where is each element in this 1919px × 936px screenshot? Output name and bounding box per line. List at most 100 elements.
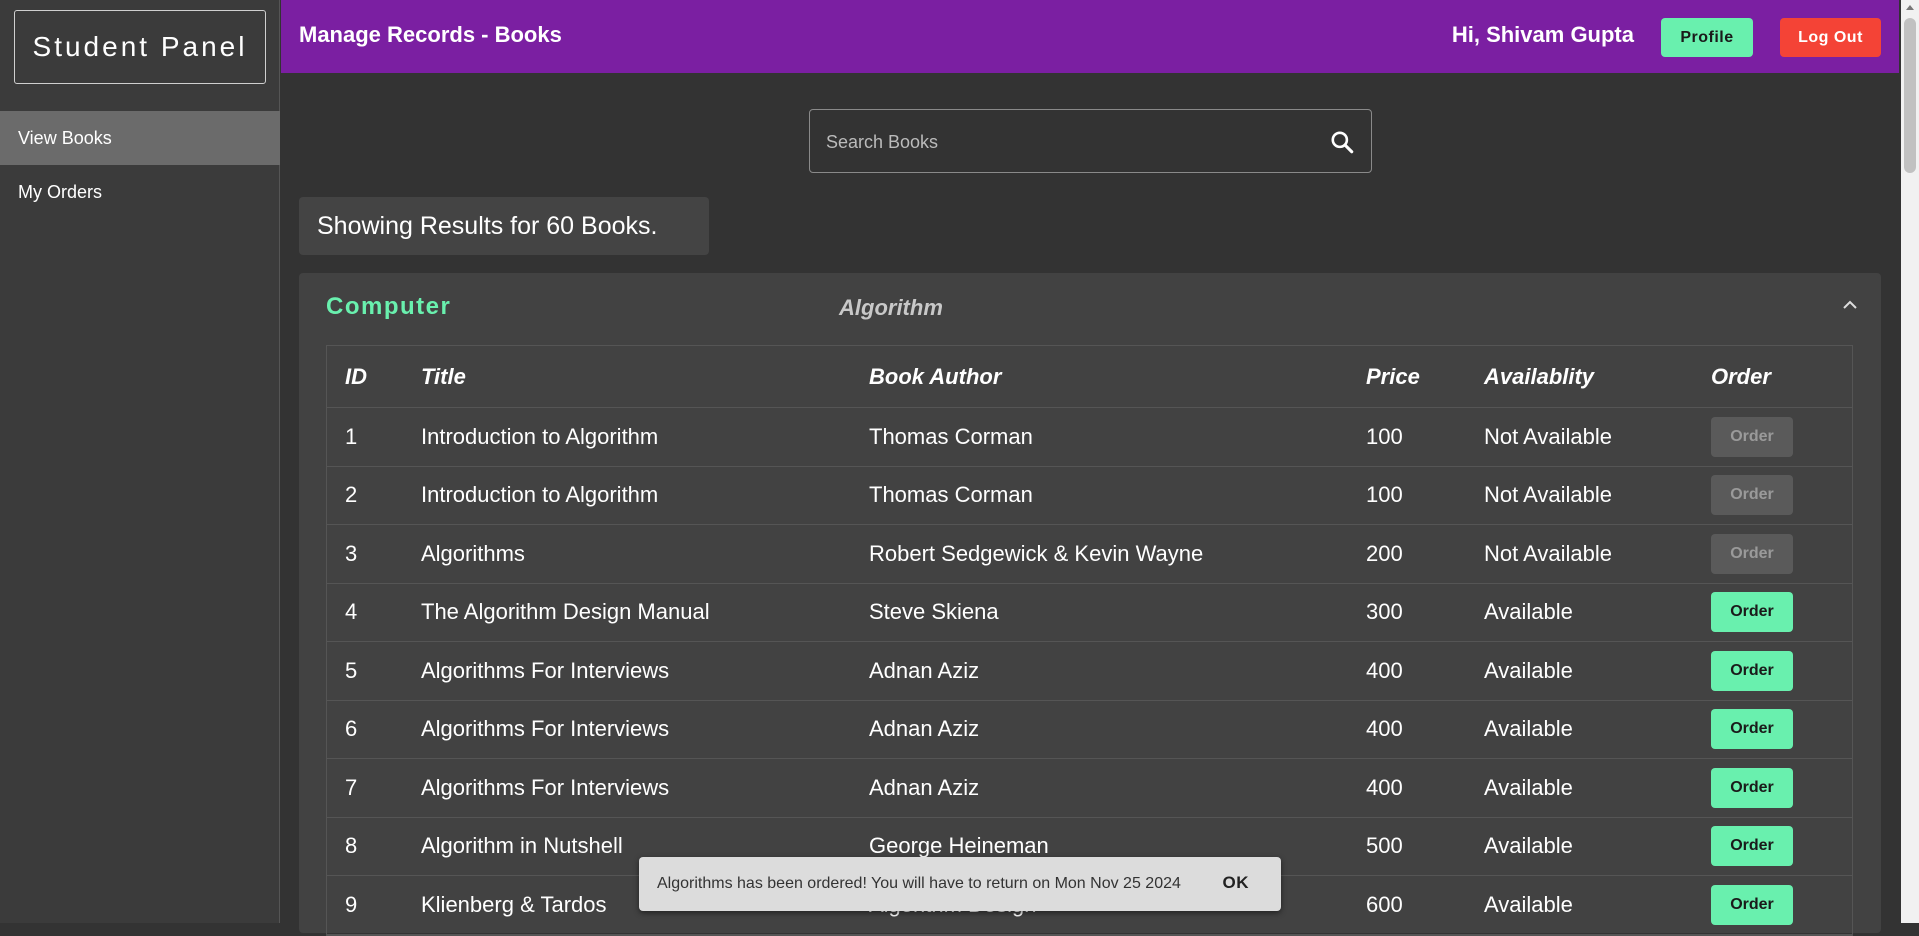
table-row: 5 Algorithms For Interviews Adnan Aziz 400 A… bbox=[327, 642, 1852, 701]
order-button: Order bbox=[1711, 475, 1793, 516]
cell-availability: Not Available bbox=[1484, 482, 1613, 508]
page-title: Manage Records - Books bbox=[299, 22, 562, 47]
cell-author: Thomas Corman bbox=[869, 423, 1033, 449]
sidebar-item-view-books[interactable]: View Books bbox=[0, 111, 280, 165]
cell-title: Algorithms For Interviews bbox=[421, 716, 670, 742]
table-row: 4 The Algorithm Design Manual Steve Skiena… bbox=[327, 584, 1852, 642]
column-header-id: ID bbox=[345, 363, 367, 389]
cell-id: 1 bbox=[345, 423, 358, 449]
column-header-title: Title bbox=[421, 363, 466, 389]
cell-availability: Available bbox=[1484, 716, 1573, 742]
table-row: 3 Algorithms Robert Sedgewick & Kevin Wayn… bbox=[327, 525, 1852, 584]
column-header-author: Book Author bbox=[869, 363, 1002, 389]
cell-author: Adnan Aziz bbox=[869, 657, 980, 683]
cell-availability: Available bbox=[1484, 774, 1573, 800]
cell-availability: Available bbox=[1484, 833, 1573, 859]
cell-author: Thomas Corman bbox=[869, 482, 1033, 508]
cell-order: Order bbox=[1711, 525, 1793, 583]
cell-title: Klienberg & Tardos bbox=[421, 891, 607, 917]
cell-author: Adnan Aziz bbox=[869, 716, 980, 742]
cell-price: 600 bbox=[1366, 891, 1403, 917]
category-panel: Computer Algorithm ID Title Book Author … bbox=[299, 273, 1881, 936]
cell-order: Order bbox=[1711, 876, 1793, 934]
cell-price: 300 bbox=[1366, 599, 1403, 625]
cell-title: Algorithms bbox=[421, 540, 525, 566]
cell-availability: Available bbox=[1484, 599, 1573, 625]
cell-price: 500 bbox=[1366, 833, 1403, 859]
cell-price: 400 bbox=[1366, 774, 1403, 800]
page-scrollbar[interactable] bbox=[1901, 0, 1919, 923]
cell-author: Adnan Aziz bbox=[869, 774, 980, 800]
cell-order: Order bbox=[1711, 408, 1793, 466]
order-button[interactable]: Order bbox=[1711, 592, 1793, 633]
subcategory-title: Algorithm bbox=[839, 295, 943, 320]
cell-author: Robert Sedgewick & Kevin Wayne bbox=[869, 540, 1204, 566]
profile-button[interactable]: Profile bbox=[1661, 18, 1753, 57]
table-row: 7 Algorithms For Interviews Adnan Aziz 400 A… bbox=[327, 759, 1852, 818]
cell-order: Order bbox=[1711, 818, 1793, 876]
sidebar-item-label: View Books bbox=[18, 127, 112, 148]
cell-availability: Available bbox=[1484, 657, 1573, 683]
cell-title: The Algorithm Design Manual bbox=[421, 599, 710, 625]
order-button[interactable]: Order bbox=[1711, 826, 1793, 867]
sidebar-item-my-orders[interactable]: My Orders bbox=[0, 165, 280, 219]
cell-availability: Available bbox=[1484, 891, 1573, 917]
search-input[interactable] bbox=[826, 126, 1306, 158]
cell-id: 2 bbox=[345, 482, 358, 508]
cell-id: 6 bbox=[345, 716, 358, 742]
order-button[interactable]: Order bbox=[1711, 650, 1793, 691]
cell-id: 3 bbox=[345, 540, 358, 566]
user-greeting: Hi, Shivam Gupta bbox=[1451, 22, 1634, 47]
column-header-availability: Availablity bbox=[1484, 363, 1595, 389]
chevron-up-icon[interactable] bbox=[1841, 299, 1859, 311]
cell-id: 8 bbox=[345, 833, 358, 859]
order-button[interactable]: Order bbox=[1711, 767, 1793, 808]
table-row: 1 Introduction to Algorithm Thomas Corman 1… bbox=[327, 408, 1852, 467]
cell-order: Order bbox=[1711, 759, 1793, 817]
column-header-price: Price bbox=[1366, 363, 1420, 389]
sidebar: Student Panel View Books My Orders bbox=[0, 0, 280, 923]
scroll-up-arrow-icon[interactable] bbox=[1906, 5, 1914, 10]
snackbar-ok-button[interactable]: OK bbox=[1223, 873, 1250, 893]
search-field bbox=[809, 109, 1372, 173]
cell-price: 400 bbox=[1366, 716, 1403, 742]
cell-id: 7 bbox=[345, 774, 358, 800]
cell-price: 100 bbox=[1366, 423, 1403, 449]
category-title: Computer bbox=[326, 293, 452, 320]
search-icon[interactable] bbox=[1329, 129, 1355, 155]
cell-author: Steve Skiena bbox=[869, 599, 999, 625]
order-snackbar: Algorithms has been ordered! You will ha… bbox=[639, 857, 1281, 911]
order-button: Order bbox=[1711, 416, 1793, 457]
cell-order: Order bbox=[1711, 584, 1793, 642]
cell-title: Introduction to Algorithm bbox=[421, 482, 659, 508]
cell-order: Order bbox=[1711, 642, 1793, 700]
cell-price: 100 bbox=[1366, 482, 1403, 508]
books-table: ID Title Book Author Price Availablity O… bbox=[326, 345, 1853, 936]
cell-order: Order bbox=[1711, 701, 1793, 759]
table-row: 2 Introduction to Algorithm Thomas Corman 1… bbox=[327, 467, 1852, 525]
cell-title: Algorithms For Interviews bbox=[421, 657, 670, 683]
cell-id: 9 bbox=[345, 891, 358, 917]
table-header-row: ID Title Book Author Price Availablity O… bbox=[327, 346, 1852, 408]
cell-price: 400 bbox=[1366, 657, 1403, 683]
cell-availability: Not Available bbox=[1484, 540, 1613, 566]
cell-title: Algorithm in Nutshell bbox=[421, 833, 623, 859]
cell-title: Introduction to Algorithm bbox=[421, 423, 659, 449]
snackbar-message: Algorithms has been ordered! You will ha… bbox=[657, 875, 1181, 892]
order-button[interactable]: Order bbox=[1711, 709, 1793, 750]
order-button[interactable]: Order bbox=[1711, 884, 1793, 925]
sidebar-item-label: My Orders bbox=[18, 181, 103, 202]
cell-price: 200 bbox=[1366, 540, 1403, 566]
cell-order: Order bbox=[1711, 467, 1793, 525]
table-row: 6 Algorithms For Interviews Adnan Aziz 400 A… bbox=[327, 701, 1852, 759]
cell-title: Algorithms For Interviews bbox=[421, 774, 670, 800]
cell-id: 5 bbox=[345, 657, 358, 683]
panel-brand: Student Panel bbox=[14, 10, 266, 84]
scrollbar-thumb[interactable] bbox=[1904, 18, 1916, 173]
logout-button[interactable]: Log Out bbox=[1780, 18, 1881, 57]
cell-id: 4 bbox=[345, 599, 358, 625]
order-button: Order bbox=[1711, 533, 1793, 574]
header-bar: Manage Records - Books Hi, Shivam Gupta bbox=[281, 0, 1899, 73]
cell-availability: Not Available bbox=[1484, 423, 1613, 449]
results-count: Showing Results for 60 Books. bbox=[299, 197, 709, 255]
